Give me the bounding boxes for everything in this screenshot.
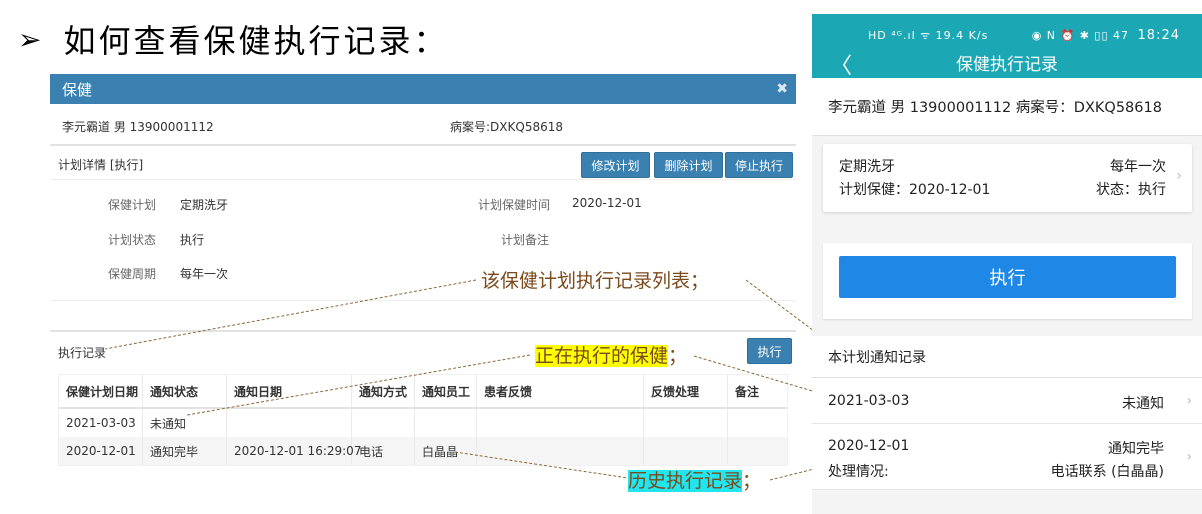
table-cell: [415, 409, 477, 437]
execute-button[interactable]: 执行: [747, 338, 792, 364]
slide-heading: ➢ 如何查看保健执行记录：: [18, 14, 448, 64]
table-cell: [728, 437, 789, 465]
mobile-screen: HD ⁴ᴳ.ıl ᯤ 19.4 K/s ◉ N ⏰ ✱ ▯▯ 47 18:24 …: [812, 14, 1202, 514]
plan-date: 计划保健：2020-12-01: [839, 182, 991, 198]
plan-status: 状态：执行: [1096, 182, 1166, 198]
table-row[interactable]: 2020-12-01 通知完毕 2020-12-01 16:29:07 电话 白…: [59, 437, 787, 465]
table-cell: 未通知: [143, 409, 227, 437]
plan-name: 定期洗牙: [839, 159, 895, 175]
table-cell: [477, 437, 644, 465]
column-header[interactable]: 通知状态: [143, 375, 227, 407]
execution-records-table: 保健计划日期 通知状态 通知日期 通知方式 通知员工 患者反馈 反馈处理 备注 …: [58, 374, 788, 466]
plan-card[interactable]: 定期洗牙 计划保健：2020-12-01 每年一次 状态：执行 ›: [823, 144, 1192, 212]
plan-field-value: 定期洗牙: [180, 198, 229, 212]
mobile-patient-info: 李元霸道 男 13900001112 病案号：DXKQ58618: [812, 78, 1202, 136]
table-cell: [477, 409, 644, 437]
execute-panel: 执行: [823, 243, 1192, 319]
plan-detail-label: 计划详情 [执行]: [58, 158, 144, 172]
status-icons: ◉ N ⏰ ✱ ▯▯ 47 18:24: [1032, 28, 1180, 43]
cycle-field-label: 保健周期: [108, 267, 157, 281]
execution-records-label: 执行记录: [58, 346, 107, 360]
table-cell: 2021-03-03: [59, 409, 143, 437]
item-date: 2021-03-03: [828, 393, 910, 409]
table-cell: [728, 409, 789, 437]
slide-title: 如何查看保健执行记录：: [63, 22, 449, 60]
cycle-field-value: 每年一次: [180, 267, 229, 281]
item-detail: 电话联系 (白晶晶): [1050, 464, 1164, 480]
plan-field-label: 保健计划: [108, 198, 157, 212]
table-header-row: 保健计划日期 通知状态 通知日期 通知方式 通知员工 患者反馈 反馈处理 备注: [59, 375, 787, 409]
plan-note-label: 计划备注: [501, 233, 550, 247]
delete-plan-button[interactable]: 删除计划: [654, 152, 723, 178]
signal-icon: HD ⁴ᴳ.ıl ᯤ 19.4 K/s: [868, 29, 989, 42]
notice-records-header: 本计划通知记录: [812, 336, 1202, 378]
patient-info: 李元霸道 男 13900001112: [62, 120, 214, 134]
annotation-record-list: 该保健计划执行记录列表；: [481, 266, 709, 293]
close-icon[interactable]: ✖: [776, 81, 788, 97]
table-row[interactable]: 2021-03-03 未通知: [59, 409, 787, 437]
record-number: 病案号:DXKQ58618: [450, 120, 563, 134]
item-sub-label: 处理情况:: [828, 464, 889, 480]
annotation-history: 历史执行记录；: [628, 466, 761, 493]
column-header[interactable]: 通知员工: [415, 375, 477, 407]
annotation-text: 历史执行记录: [628, 470, 743, 492]
modal-title: 保健: [62, 80, 93, 99]
bullet-arrow-icon: ➢: [18, 22, 42, 56]
column-header[interactable]: 保健计划日期: [59, 375, 143, 407]
battery-icon: ◉ N ⏰ ✱ ▯▯ 47: [1031, 29, 1130, 42]
table-cell: 2020-12-01: [59, 437, 143, 465]
column-header[interactable]: 通知方式: [352, 375, 415, 407]
annotation-text: 该保健计划执行记录列表: [481, 270, 691, 292]
clock: 18:24: [1137, 28, 1180, 43]
table-cell: 白晶晶: [415, 437, 477, 465]
annotation-separator: ；: [742, 470, 762, 492]
item-status: 通知完毕: [1108, 441, 1164, 457]
chevron-right-icon: ›: [1186, 449, 1192, 465]
patient-info-bar: 李元霸道 男 13900001112 病案号:DXKQ58618: [50, 104, 796, 146]
plan-time-label: 计划保健时间: [478, 198, 551, 212]
divider: [50, 300, 796, 301]
table-cell: [644, 437, 728, 465]
status-bar: HD ⁴ᴳ.ıl ᯤ 19.4 K/s ◉ N ⏰ ✱ ▯▯ 47 18:24: [812, 28, 1202, 46]
column-header[interactable]: 备注: [728, 375, 789, 407]
annotation-current-plan: 正在执行的保健；: [535, 341, 687, 368]
status-field-label: 计划状态: [108, 233, 157, 247]
modal-header: 保健 ✖: [50, 74, 796, 104]
mobile-header: HD ⁴ᴳ.ıl ᯤ 19.4 K/s ◉ N ⏰ ✱ ▯▯ 47 18:24 …: [812, 14, 1202, 79]
divider: [50, 330, 796, 332]
chevron-right-icon: ›: [1176, 168, 1182, 184]
table-cell: [352, 409, 415, 437]
annotation-separator: ；: [690, 270, 710, 292]
column-header[interactable]: 反馈处理: [644, 375, 728, 407]
item-status: 未通知: [1122, 396, 1164, 412]
plan-cycle: 每年一次: [1110, 159, 1166, 175]
table-cell: [227, 409, 352, 437]
stop-execution-button[interactable]: 停止执行: [725, 152, 793, 178]
chevron-right-icon: ›: [1186, 393, 1192, 409]
table-cell: 2020-12-01 16:29:07: [227, 437, 361, 465]
table-cell: 通知完毕: [143, 437, 227, 465]
annotation-separator: ；: [668, 345, 688, 367]
status-field-value: 执行: [180, 233, 205, 247]
edit-plan-button[interactable]: 修改计划: [581, 152, 650, 178]
annotation-text: 正在执行的保健: [535, 345, 669, 367]
plan-detail-header: 计划详情 [执行] 修改计划 删除计划 停止执行: [50, 146, 796, 180]
column-header[interactable]: 患者反馈: [477, 375, 644, 407]
list-item[interactable]: 2020-12-01 通知完毕 处理情况: 电话联系 (白晶晶) ›: [812, 424, 1202, 490]
plan-time-value: 2020-12-01: [572, 196, 642, 210]
list-item[interactable]: 2021-03-03 未通知 ›: [812, 378, 1202, 424]
table-cell: 电话: [352, 437, 415, 465]
table-cell: [644, 409, 728, 437]
column-header[interactable]: 通知日期: [227, 375, 352, 407]
mobile-page-title: 保健执行记录: [956, 55, 1058, 75]
mobile-execute-button[interactable]: 执行: [839, 256, 1176, 298]
item-date: 2020-12-01: [828, 438, 910, 454]
